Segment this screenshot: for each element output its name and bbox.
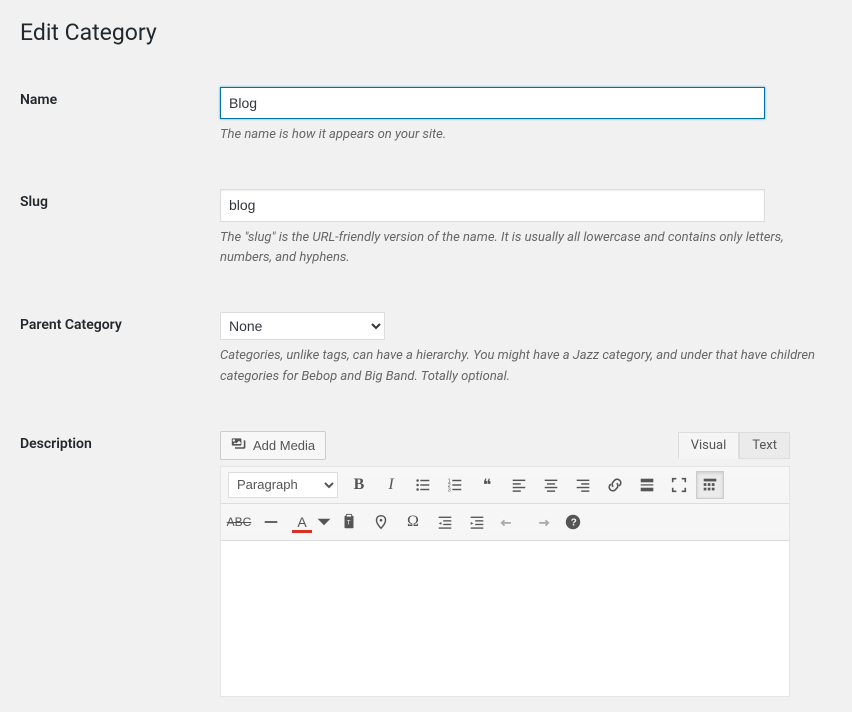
add-media-button[interactable]: Add Media: [220, 431, 326, 460]
clear-formatting-button[interactable]: [366, 507, 396, 537]
slug-input[interactable]: [220, 189, 765, 221]
editor-toolbar-row1: Paragraph B I 123 ❝: [221, 467, 789, 504]
text-color-button[interactable]: A: [288, 507, 316, 537]
strikethrough-button[interactable]: ABC: [224, 507, 254, 537]
format-select[interactable]: Paragraph: [228, 472, 338, 498]
paste-text-button[interactable]: T: [334, 507, 364, 537]
name-input[interactable]: [220, 87, 765, 119]
page-title: Edit Category: [20, 10, 832, 64]
parent-select[interactable]: None: [220, 312, 385, 340]
svg-text:3: 3: [448, 487, 451, 493]
toolbar-toggle-button[interactable]: [696, 471, 724, 499]
svg-text:T: T: [347, 519, 351, 526]
hr-button[interactable]: [256, 507, 286, 537]
outdent-button[interactable]: [430, 507, 460, 537]
ol-button[interactable]: 123: [440, 470, 470, 500]
description-label: Description: [20, 436, 92, 452]
tab-visual[interactable]: Visual: [678, 432, 740, 459]
slug-help: The "slug" is the URL-friendly version o…: [220, 228, 820, 270]
undo-button[interactable]: [494, 507, 524, 537]
parent-help: Categories, unlike tags, can have a hier…: [220, 346, 820, 388]
media-icon: [231, 436, 247, 455]
align-right-button[interactable]: [568, 470, 598, 500]
special-char-button[interactable]: Ω: [398, 507, 428, 537]
svg-text:?: ?: [571, 517, 577, 528]
help-button[interactable]: ?: [558, 507, 588, 537]
name-help: The name is how it appears on your site.: [220, 125, 820, 146]
name-label: Name: [20, 92, 57, 108]
slug-label: Slug: [20, 194, 48, 210]
italic-button[interactable]: I: [376, 470, 406, 500]
tab-text[interactable]: Text: [739, 432, 790, 459]
parent-label: Parent Category: [20, 317, 122, 333]
indent-button[interactable]: [462, 507, 492, 537]
editor-content[interactable]: [221, 541, 789, 696]
bold-button[interactable]: B: [344, 470, 374, 500]
form-table: Name The name is how it appears on your …: [20, 72, 832, 712]
editor-toolbar-row2: ABC A T: [221, 504, 789, 541]
fullscreen-button[interactable]: [664, 470, 694, 500]
link-button[interactable]: [600, 470, 630, 500]
text-color-dropdown[interactable]: [316, 507, 332, 537]
redo-button[interactable]: [526, 507, 556, 537]
editor: Paragraph B I 123 ❝: [220, 466, 790, 697]
align-center-button[interactable]: [536, 470, 566, 500]
readmore-button[interactable]: [632, 470, 662, 500]
blockquote-button[interactable]: ❝: [472, 470, 502, 500]
align-left-button[interactable]: [504, 470, 534, 500]
ul-button[interactable]: [408, 470, 438, 500]
